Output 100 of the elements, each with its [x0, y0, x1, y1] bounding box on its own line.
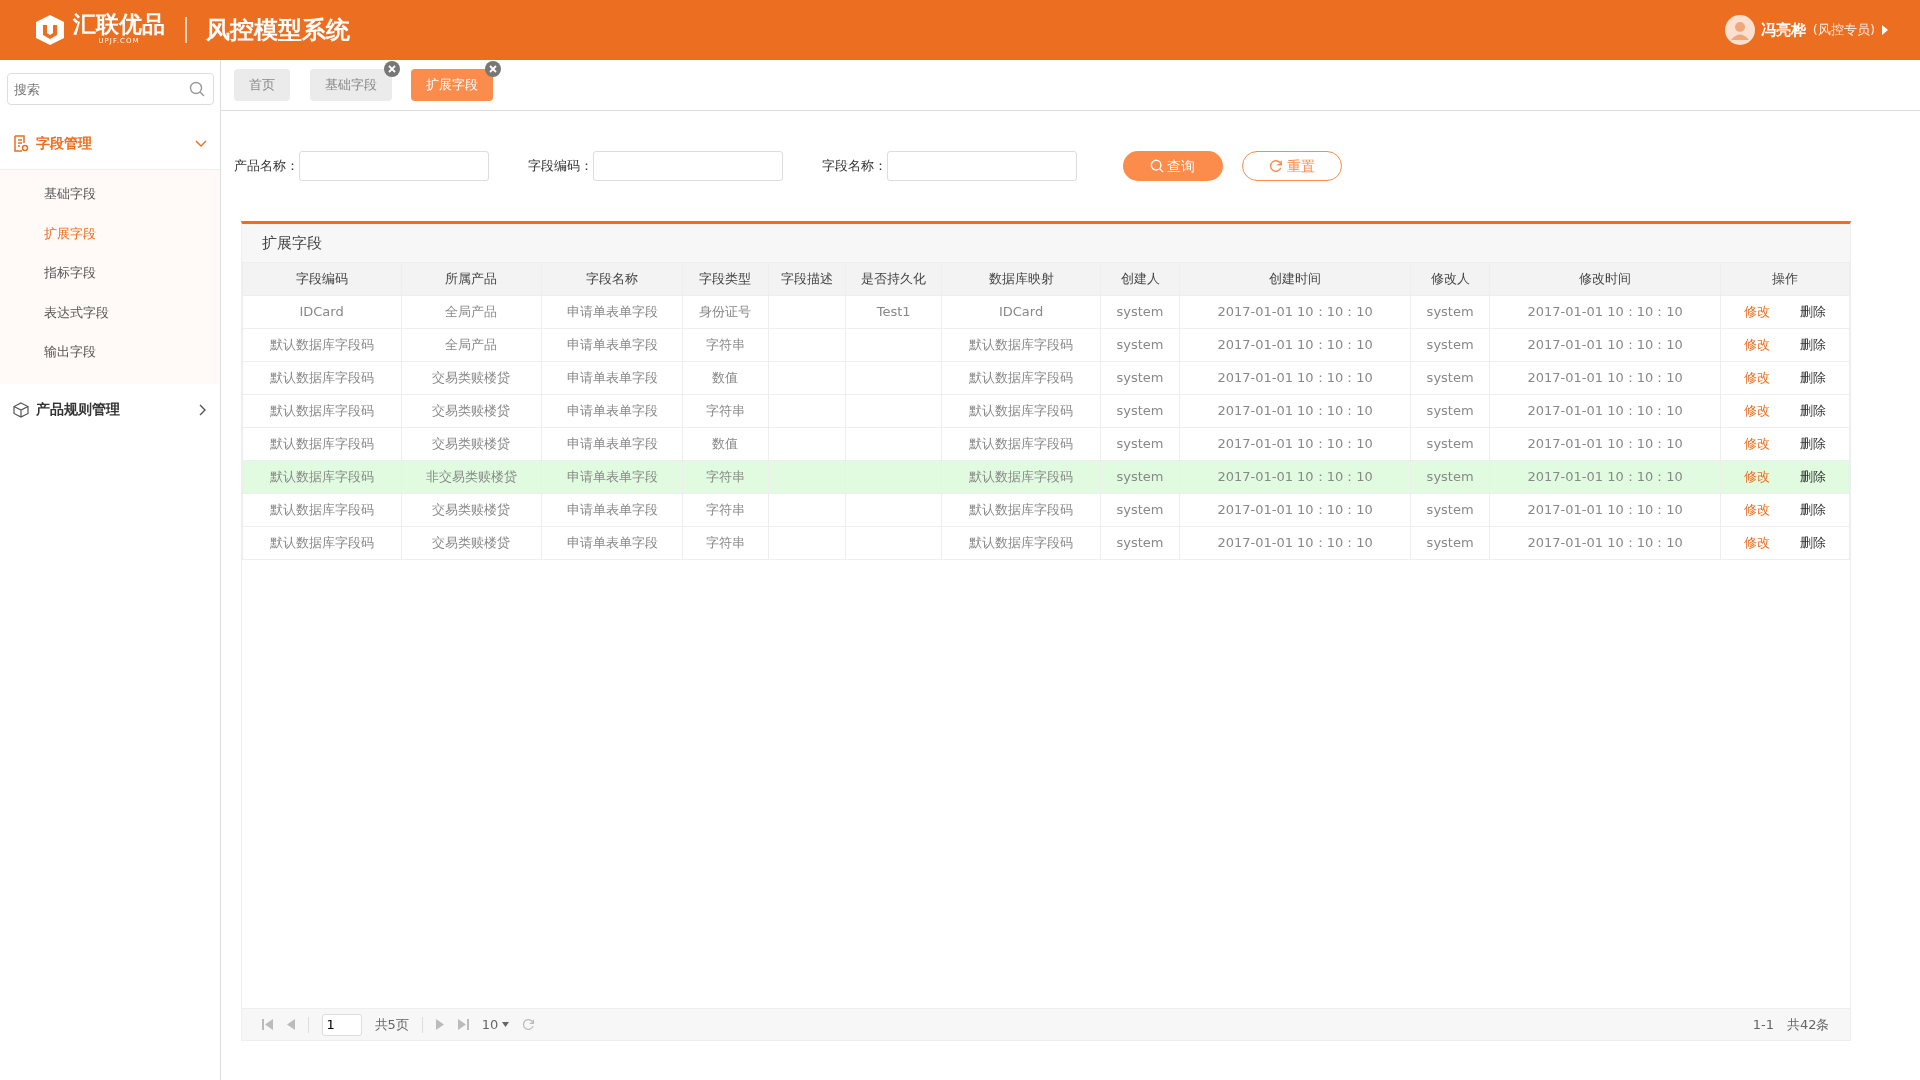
- table-cell: 交易类赎楼贷: [401, 394, 542, 428]
- close-icon[interactable]: [485, 61, 501, 78]
- table-cell: system: [1410, 328, 1490, 362]
- sidebar-item[interactable]: 指标字段: [0, 253, 220, 293]
- table-cell: 全局产品: [401, 295, 542, 329]
- table-cell: 交易类赎楼贷: [401, 493, 542, 527]
- table-cell: 申请单表单字段: [541, 361, 683, 395]
- table-cell: 申请单表单字段: [541, 427, 683, 461]
- table-row[interactable]: IDCard 全局产品 申请单表单字段 身份证号 Test1 IDCard system 2017-01-01 10：10：10 system 2017-01-01 10：10：10 修改 删除: [242, 295, 1849, 329]
- next-page-icon[interactable]: [435, 1019, 445, 1030]
- table-cell: 2017-01-01 10：10：10: [1179, 328, 1411, 362]
- search-icon: [1149, 159, 1164, 173]
- table-cell: 2017-01-01 10：10：10: [1489, 394, 1721, 428]
- table-cell: 2017-01-01 10：10：10: [1179, 361, 1411, 395]
- search-field[interactable]: 搜索: [6, 73, 214, 105]
- delete-link[interactable]: 删除: [1799, 436, 1826, 452]
- table-cell: 2017-01-01 10：10：10: [1489, 460, 1721, 494]
- column-header: 是否持久化: [845, 262, 942, 296]
- last-page-icon[interactable]: [457, 1019, 469, 1030]
- table-cell: system: [1410, 427, 1490, 461]
- caret-icon[interactable]: [1881, 25, 1888, 35]
- previous-page-icon[interactable]: [285, 1019, 295, 1030]
- table-cell: IDCard: [941, 295, 1101, 329]
- delete-link[interactable]: 删除: [1799, 370, 1826, 386]
- table-cell: 默认数据库字段码: [242, 526, 402, 560]
- table-cell: system: [1100, 493, 1180, 527]
- page-input[interactable]: 1: [321, 1013, 362, 1036]
- table-row[interactable]: 默认数据库字段码 非交易类赎楼贷 申请单表单字段 字符串 默认数据库字段码 system 2017-01-01 10：10：10 system 2017-01-01 10：10：10 修改 删除: [242, 460, 1849, 494]
- table-cell: 申请单表单字段: [541, 460, 683, 494]
- table-cell: 2017-01-01 10：10：10: [1489, 295, 1721, 329]
- column-header: 修改人: [1410, 262, 1490, 296]
- table-cell: 申请单表单字段: [541, 295, 683, 329]
- table-cell: 2017-01-01 10：10：10: [1179, 427, 1411, 461]
- filter-label: 字段编码：: [528, 157, 593, 176]
- table-cell: 交易类赎楼贷: [401, 526, 542, 560]
- table-cell: 默认数据库字段码: [941, 493, 1101, 527]
- table-cell: system: [1410, 493, 1490, 527]
- refresh-icon[interactable]: [521, 1018, 535, 1031]
- table-cell: 2017-01-01 10：10：10: [1489, 328, 1721, 362]
- system-title: 风控模型系统: [206, 15, 350, 46]
- table-cell: 默认数据库字段码: [941, 427, 1101, 461]
- table-row[interactable]: 默认数据库字段码 交易类赎楼贷 申请单表单字段 数值 默认数据库字段码 system 2017-01-01 10：10：10 system 2017-01-01 10：10：10 修改 删除: [242, 361, 1849, 395]
- delete-link[interactable]: 删除: [1799, 469, 1826, 485]
- input-field[interactable]: [299, 151, 489, 181]
- filter-label: 产品名称：: [234, 157, 299, 176]
- table-cell: 2017-01-01 10：10：10: [1489, 427, 1721, 461]
- delete-link[interactable]: 删除: [1799, 502, 1826, 518]
- close-icon[interactable]: [383, 61, 400, 78]
- table-cell: 2017-01-01 10：10：10: [1179, 295, 1411, 329]
- table-cell: system: [1100, 328, 1180, 362]
- table-cell: 默认数据库字段码: [941, 328, 1101, 362]
- column-header: 字段编码: [242, 262, 402, 296]
- delete-link[interactable]: 删除: [1799, 304, 1826, 320]
- table-cell: 2017-01-01 10：10：10: [1179, 460, 1411, 494]
- table-cell: system: [1100, 460, 1180, 494]
- table-row[interactable]: 默认数据库字段码 全局产品 申请单表单字段 字符串 默认数据库字段码 system 2017-01-01 10：10：10 system 2017-01-01 10：10：10 修改 删除: [242, 328, 1849, 362]
- panel-title: 扩展字段: [241, 224, 1850, 262]
- table-cell: 数值: [682, 427, 769, 461]
- table-row[interactable]: 默认数据库字段码 交易类赎楼贷 申请单表单字段 字符串 默认数据库字段码 system 2017-01-01 10：10：10 system 2017-01-01 10：10：10 修改 删除: [242, 394, 1849, 428]
- table-row[interactable]: 默认数据库字段码 交易类赎楼贷 申请单表单字段 字符串 默认数据库字段码 system 2017-01-01 10：10：10 system 2017-01-01 10：10：10 修改 删除: [242, 493, 1849, 527]
- group-label: 产品规则管理: [35, 400, 120, 419]
- table-cell: system: [1100, 526, 1180, 560]
- input-field[interactable]: [593, 151, 783, 181]
- table-cell: 2017-01-01 10：10：10: [1489, 361, 1721, 395]
- column-header: 创建时间: [1179, 262, 1411, 296]
- search-icon[interactable]: [188, 81, 205, 97]
- column-header: 修改时间: [1489, 262, 1721, 296]
- document-icon: [13, 135, 29, 152]
- first-page-icon[interactable]: [261, 1019, 273, 1030]
- table-cell: 默认数据库字段码: [242, 493, 402, 527]
- delete-link[interactable]: 删除: [1799, 337, 1826, 353]
- caret-icon: [501, 1022, 509, 1027]
- delete-link[interactable]: 删除: [1799, 403, 1826, 419]
- table-row[interactable]: 默认数据库字段码 交易类赎楼贷 申请单表单字段 数值 默认数据库字段码 system 2017-01-01 10：10：10 system 2017-01-01 10：10：10 修改 删除: [242, 427, 1849, 461]
- total-count: 共42条: [1786, 1015, 1830, 1034]
- column-header: 字段名称: [541, 262, 683, 296]
- user-name: 冯亮桦: [1761, 19, 1807, 41]
- input-field[interactable]: [887, 151, 1077, 181]
- sidebar-item[interactable]: 基础字段: [0, 174, 220, 214]
- table-cell: 默认数据库字段码: [941, 361, 1101, 395]
- logo-text: 汇联优品: [73, 13, 165, 37]
- table-cell: 2017-01-01 10：10：10: [1179, 493, 1411, 527]
- table-cell: 默认数据库字段码: [941, 460, 1101, 494]
- delete-link[interactable]: 删除: [1799, 535, 1826, 551]
- table-cell: 默认数据库字段码: [242, 361, 402, 395]
- group-label: 字段管理: [35, 134, 92, 153]
- table-cell: 2017-01-01 10：10：10: [1179, 526, 1411, 560]
- table-cell: system: [1410, 460, 1490, 494]
- page-size-select[interactable]: 10: [481, 1014, 509, 1035]
- sidebar-item[interactable]: 表达式字段: [0, 292, 220, 332]
- table-cell: 默认数据库字段码: [242, 394, 402, 428]
- table-cell: 2017-01-01 10：10：10: [1489, 526, 1721, 560]
- sidebar-item[interactable]: 输出字段: [0, 332, 220, 372]
- table-row[interactable]: 默认数据库字段码 交易类赎楼贷 申请单表单字段 字符串 默认数据库字段码 system 2017-01-01 10：10：10 system 2017-01-01 10：10：10 修改 删除: [242, 526, 1849, 560]
- table-cell: Test1: [845, 295, 942, 329]
- total-pages: 共5页: [374, 1015, 409, 1034]
- table-cell: 字符串: [682, 328, 769, 362]
- table-cell: system: [1100, 427, 1180, 461]
- table-cell: 字符串: [682, 394, 769, 428]
- sidebar-group[interactable]: 产品规则管理: [0, 383, 220, 436]
